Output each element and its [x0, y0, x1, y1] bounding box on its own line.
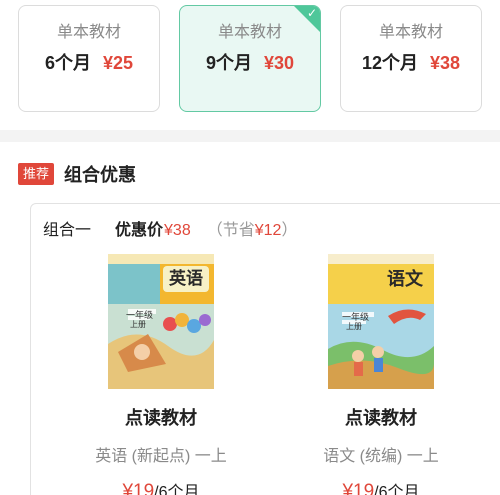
plan-option-12-months[interactable]: 单本教材 12个月 ¥38	[340, 5, 482, 112]
section-title: 组合优惠	[64, 165, 137, 185]
book-cover-english: 英语 一年级 上册	[108, 254, 214, 389]
combo-savings: （节省¥12）	[207, 216, 298, 240]
cover-title: 英语	[163, 266, 209, 292]
plan-price-row: 9个月 ¥30	[180, 49, 320, 75]
plan-title: 单本教材	[56, 24, 121, 41]
book-price-row: ¥19/6个月	[66, 478, 256, 495]
combo-card[interactable]: 组合一 优惠价 ¥38 （节省¥12） 英语 一年级 上册 点读教材 英语 (新…	[30, 203, 500, 495]
book-price: ¥19	[342, 481, 375, 495]
cover-term: 上册	[130, 320, 146, 329]
savings-prefix: （节省	[206, 222, 255, 239]
book-subtitle: 语文 (统编) 一上	[323, 448, 439, 465]
savings-suffix: ）	[281, 222, 298, 239]
book-type: 点读教材	[345, 408, 417, 428]
book-period: /6个月	[374, 484, 420, 495]
cover-title: 语文	[387, 269, 423, 289]
book-price-row: ¥19/6个月	[286, 478, 476, 495]
plan-price-row: 6个月 ¥25	[19, 49, 159, 75]
plan-duration: 12个月	[361, 53, 418, 73]
plan-selector: 单本教材 6个月 ¥25 单本教材 9个月 ¥30 ✓ 单本教材 12个月 ¥38	[0, 0, 500, 130]
section-divider	[0, 130, 500, 142]
plan-price: ¥30	[263, 53, 295, 73]
plan-option-9-months[interactable]: 单本教材 9个月 ¥30 ✓	[179, 5, 321, 112]
book-price: ¥19	[122, 481, 155, 495]
plan-price: ¥38	[429, 53, 461, 73]
book-period: /6个月	[154, 484, 200, 495]
plan-price-row: 12个月 ¥38	[341, 49, 481, 75]
plan-title: 单本教材	[378, 24, 443, 41]
plan-option-6-months[interactable]: 单本教材 6个月 ¥25	[18, 5, 160, 112]
book-item-english[interactable]: 英语 一年级 上册 点读教材 英语 (新起点) 一上 ¥19/6个月	[66, 254, 256, 495]
combo-name: 组合一	[43, 222, 92, 239]
book-item-chinese[interactable]: 语文 一年级 上册 点读教材 语文 (统编) 一上 ¥19/6个月	[286, 254, 476, 495]
plan-duration: 9个月	[205, 53, 252, 73]
cover-term: 上册	[346, 322, 362, 331]
plan-duration: 6个月	[44, 53, 91, 73]
savings-value: ¥12	[254, 222, 282, 239]
combo-header: 组合一 优惠价 ¥38 （节省¥12）	[43, 216, 297, 240]
book-cover-chinese: 语文 一年级 上册	[328, 254, 434, 389]
plan-price: ¥25	[102, 53, 134, 73]
book-type: 点读教材	[125, 408, 197, 428]
check-icon: ✓	[306, 6, 317, 20]
recommend-header: 推荐 组合优惠	[18, 162, 136, 186]
book-subtitle: 英语 (新起点) 一上	[95, 448, 227, 465]
combo-price-label: 优惠价	[115, 222, 164, 239]
combo-price: ¥38	[164, 222, 191, 239]
recommend-badge: 推荐	[18, 163, 55, 185]
